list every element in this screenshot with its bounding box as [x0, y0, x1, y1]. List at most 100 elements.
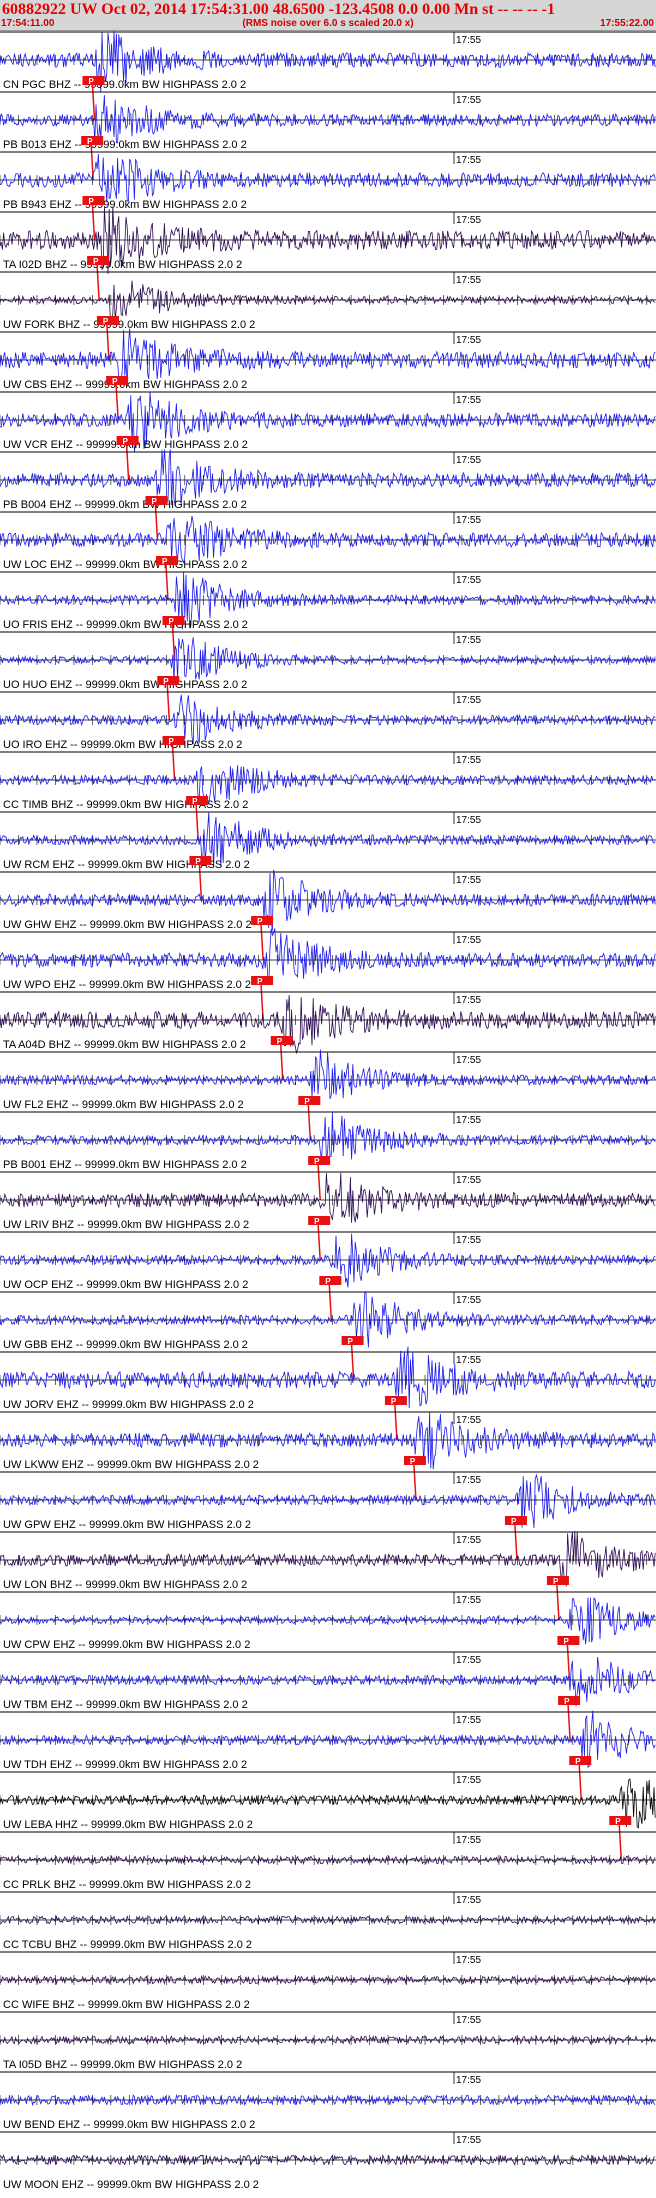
- pick-label: P: [123, 437, 129, 446]
- station-label: UW GHW EHZ -- 99999.0km BW HIGHPASS 2.0 …: [3, 919, 252, 931]
- station-label: CC PRLK BHZ -- 99999.0km BW HIGHPASS 2.0…: [3, 1879, 251, 1891]
- event-title: 60882922 UW Oct 02, 2014 17:54:31.00 48.…: [2, 1, 555, 18]
- pick-label: P: [87, 137, 93, 146]
- waveform-trace: [0, 153, 656, 203]
- minute-label: 17:55: [456, 1475, 481, 1486]
- waveform-trace: [0, 1596, 656, 1645]
- waveform-trace: [0, 516, 656, 564]
- minute-label: 17:55: [456, 695, 481, 706]
- station-label: UW LOC EHZ -- 99999.0km BW HIGHPASS 2.0 …: [3, 559, 247, 571]
- pick-label: P: [192, 797, 198, 806]
- scaling-note: (RMS noise over 6.0 s scaled 20.0 x): [242, 18, 414, 29]
- pick-line: [578, 1764, 582, 1801]
- minute-label: 17:55: [456, 335, 481, 346]
- minute-label: 17:55: [456, 95, 481, 106]
- waveform-trace: [0, 694, 656, 745]
- minute-label: 17:55: [456, 275, 481, 286]
- waveform-trace: [0, 328, 656, 387]
- pick-label: P: [304, 1097, 310, 1106]
- station-label: UW OCP EHZ -- 99999.0km BW HIGHPASS 2.0 …: [3, 1279, 248, 1291]
- station-label: CC TCBU BHZ -- 99999.0km BW HIGHPASS 2.0…: [3, 1939, 252, 1951]
- waveform-trace: [0, 95, 656, 144]
- minute-label: 17:55: [456, 995, 481, 1006]
- pick-label: P: [103, 317, 109, 326]
- station-label: CC TIMB BHZ -- 99999.0km BW HIGHPASS 2.0…: [3, 799, 248, 811]
- pick-label: P: [410, 1457, 416, 1466]
- pick-line: [394, 1404, 398, 1441]
- minute-label: 17:55: [456, 875, 481, 886]
- station-label: UW CPW EHZ -- 99999.0km BW HIGHPASS 2.0 …: [3, 1639, 250, 1651]
- pick-label: P: [575, 1757, 581, 1766]
- station-label: UW FORK BHZ -- 99999.0km BW HIGHPASS 2.0…: [3, 319, 255, 331]
- station-label: CN PGC BHZ -- 99999.0km BW HIGHPASS 2.0 …: [3, 79, 246, 91]
- plot-header: 60882922 UW Oct 02, 2014 17:54:31.00 48.…: [0, 0, 656, 31]
- pick-label: P: [277, 1037, 283, 1046]
- station-label: UW JORV EHZ -- 99999.0km BW HIGHPASS 2.0…: [3, 1399, 254, 1411]
- seismogram-plot: 17:55 CN PGC BHZ -- 99999.0km BW HIGHPASS…: [0, 30, 656, 2191]
- minute-label: 17:55: [456, 935, 481, 946]
- pick-label: P: [564, 1697, 570, 1706]
- pick-label: P: [563, 1637, 569, 1646]
- minute-label: 17:55: [456, 1895, 481, 1906]
- pick-line: [567, 1704, 571, 1741]
- pick-line: [307, 1104, 312, 1141]
- pick-line: [556, 1584, 560, 1621]
- minute-label: 17:55: [456, 1055, 481, 1066]
- station-label: PB B943 EHZ -- 99999.0km BW HIGHPASS 2.0…: [3, 199, 247, 211]
- minute-label: 17:55: [456, 2075, 481, 2086]
- station-label: UW GPW EHZ -- 99999.0km BW HIGHPASS 2.0 …: [3, 1519, 251, 1531]
- pick-line: [618, 1824, 623, 1861]
- station-label: PB B001 EHZ -- 99999.0km BW HIGHPASS 2.0…: [3, 1159, 247, 1171]
- station-label: PB B013 EHZ -- 99999.0km BW HIGHPASS 2.0…: [3, 139, 247, 151]
- waveform-trace: [0, 1049, 656, 1099]
- pick-label: P: [93, 257, 99, 266]
- waveform-trace: [0, 1172, 656, 1223]
- minute-label: 17:55: [456, 1835, 481, 1846]
- station-label: TA I02D BHZ -- 99999.0km BW HIGHPASS 2.0…: [3, 259, 242, 271]
- pick-label: P: [257, 917, 263, 926]
- minute-label: 17:55: [456, 1175, 481, 1186]
- station-label: TA I05D BHZ -- 99999.0km BW HIGHPASS 2.0…: [3, 2059, 242, 2071]
- pick-label: P: [162, 557, 168, 566]
- pick-label: P: [151, 497, 157, 506]
- waveform-trace: [0, 928, 656, 986]
- minute-label: 17:55: [456, 815, 481, 826]
- station-label: UW MOON EHZ -- 99999.0km BW HIGHPASS 2.0…: [3, 2179, 259, 2191]
- pick-label: P: [314, 1217, 320, 1226]
- station-label: UW LKWW EHZ -- 99999.0km BW HIGHPASS 2.0…: [3, 1459, 259, 1471]
- pick-line: [566, 1644, 571, 1681]
- station-label: UW LEBA HHZ -- 99999.0km BW HIGHPASS 2.0…: [3, 1819, 253, 1831]
- pick-line: [413, 1464, 417, 1501]
- waveform-trace: [0, 449, 656, 507]
- pick-line: [280, 1044, 284, 1081]
- station-label: UO FRIS EHZ -- 99999.0km BW HIGHPASS 2.0…: [3, 619, 248, 631]
- station-label: UW TBM EHZ -- 99999.0km BW HIGHPASS 2.0 …: [3, 1699, 248, 1711]
- pick-line: [328, 1284, 333, 1321]
- minute-label: 17:55: [456, 1115, 481, 1126]
- minute-label: 17:55: [456, 215, 481, 226]
- pick-label: P: [169, 617, 175, 626]
- minute-label: 17:55: [456, 395, 481, 406]
- pick-label: P: [348, 1337, 354, 1346]
- minute-label: 17:55: [456, 155, 481, 166]
- pick-label: P: [88, 197, 94, 206]
- station-label: UW RCM EHZ -- 99999.0km BW HIGHPASS 2.0 …: [3, 859, 250, 871]
- station-label: CC WIFE BHZ -- 99999.0km BW HIGHPASS 2.0…: [3, 1999, 250, 2011]
- minute-label: 17:55: [456, 1295, 481, 1306]
- minute-label: 17:55: [456, 575, 481, 586]
- station-label: UW BEND EHZ -- 99999.0km BW HIGHPASS 2.0…: [3, 2119, 255, 2131]
- pick-label: P: [195, 857, 201, 866]
- minute-label: 17:55: [456, 1655, 481, 1666]
- station-label: UW GBB EHZ -- 99999.0km BW HIGHPASS 2.0 …: [3, 1339, 248, 1351]
- pick-label: P: [325, 1277, 331, 1286]
- pick-label: P: [163, 677, 169, 686]
- station-label: TA A04D BHZ -- 99999.0km BW HIGHPASS 2.0…: [3, 1039, 246, 1051]
- waveform-trace: [0, 1112, 656, 1162]
- pick-label: P: [88, 77, 94, 86]
- pick-line: [317, 1224, 321, 1261]
- minute-label: 17:55: [456, 1955, 481, 1966]
- station-label: UW LRIV BHZ -- 99999.0km BW HIGHPASS 2.0…: [3, 1219, 249, 1231]
- minute-label: 17:55: [456, 1775, 481, 1786]
- minute-label: 17:55: [456, 1595, 481, 1606]
- pick-label: P: [257, 977, 263, 986]
